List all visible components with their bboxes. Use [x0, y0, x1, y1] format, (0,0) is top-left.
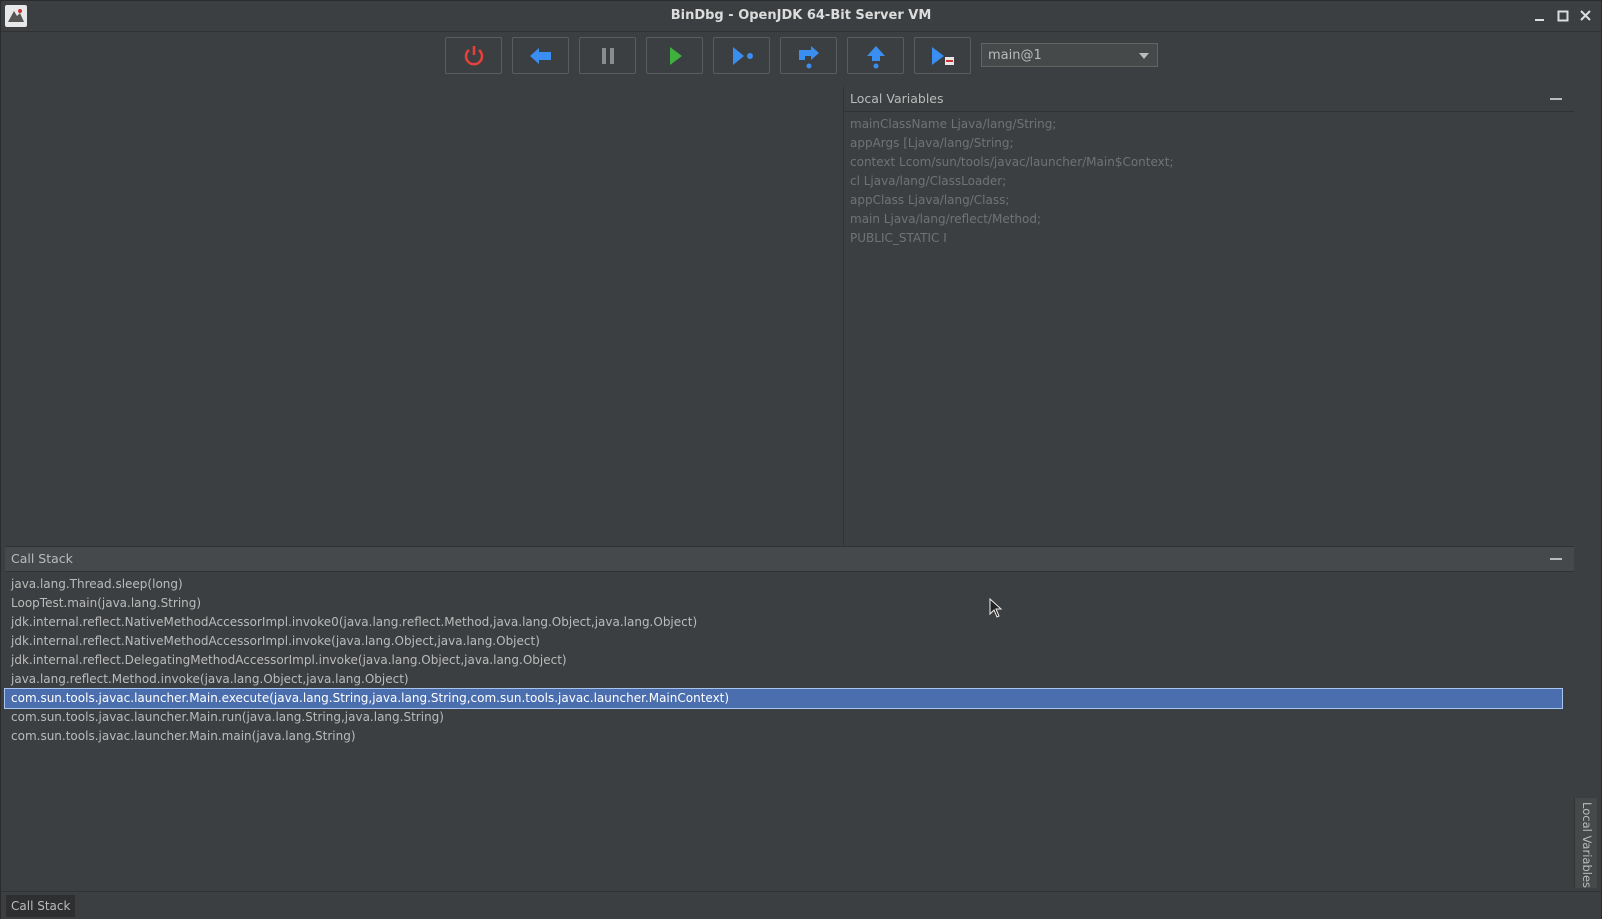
stack-frame[interactable]: com.sun.tools.javac.launcher.Main.run(ja…: [5, 708, 1562, 727]
stop-button[interactable]: [445, 37, 502, 74]
variable-item[interactable]: cl Ljava/lang/ClassLoader;: [844, 172, 1574, 191]
step-into-icon: [932, 47, 954, 65]
stack-frame-list: java.lang.Thread.sleep(long) LoopTest.ma…: [4, 572, 1574, 746]
step-over-icon: [799, 46, 819, 69]
minimize-window-icon[interactable]: [1531, 7, 1549, 25]
variable-list: mainClassName Ljava/lang/String; appArgs…: [844, 112, 1574, 248]
stack-frame[interactable]: jdk.internal.reflect.NativeMethodAccesso…: [5, 632, 1562, 651]
stack-frame[interactable]: com.sun.tools.javac.launcher.Main.main(j…: [5, 727, 1562, 746]
run-to-cursor-button[interactable]: [713, 37, 770, 74]
stack-frame[interactable]: LoopTest.main(java.lang.String): [5, 594, 1562, 613]
variable-item[interactable]: appArgs [Ljava/lang/String;: [844, 134, 1574, 153]
stack-frame[interactable]: java.lang.Thread.sleep(long): [5, 575, 1562, 594]
variable-item[interactable]: context Lcom/sun/tools/javac/launcher/Ma…: [844, 153, 1574, 172]
minimize-panel-icon[interactable]: [1550, 98, 1562, 100]
thread-select-value: main@1: [988, 48, 1042, 63]
side-tab-label: Local Variables: [1580, 802, 1594, 889]
source-panel: [5, 87, 844, 545]
variable-item[interactable]: main Ljava/lang/reflect/Method;: [844, 210, 1574, 229]
call-stack-panel: Call Stack java.lang.Thread.sleep(long) …: [4, 546, 1574, 888]
mouse-cursor-icon: [989, 597, 1003, 621]
stack-frame[interactable]: java.lang.reflect.Method.invoke(java.lan…: [5, 670, 1562, 689]
maximize-window-icon[interactable]: [1554, 7, 1572, 25]
variable-item[interactable]: mainClassName Ljava/lang/String;: [844, 115, 1574, 134]
stack-frame-selected[interactable]: com.sun.tools.javac.launcher.Main.execut…: [4, 688, 1563, 709]
pause-button[interactable]: [579, 37, 636, 74]
tab-call-stack[interactable]: Call Stack: [6, 895, 76, 917]
bottom-tool-bar: Call Stack: [1, 891, 1601, 919]
step-over-button[interactable]: [780, 37, 837, 74]
variable-item[interactable]: appClass Ljava/lang/Class;: [844, 191, 1574, 210]
thread-select[interactable]: main@1: [981, 43, 1158, 67]
panel-title: Local Variables: [850, 91, 944, 106]
variable-item[interactable]: PUBLIC_STATIC I: [844, 229, 1574, 248]
chevron-down-icon: [1139, 53, 1149, 59]
pause-icon: [602, 48, 614, 64]
side-tab-local-variables[interactable]: Local Variables: [1574, 798, 1597, 888]
minimize-panel-icon[interactable]: [1550, 558, 1562, 560]
step-out-icon: [867, 46, 885, 69]
step-out-button[interactable]: [847, 37, 904, 74]
step-back-button[interactable]: [512, 37, 569, 74]
power-icon: [464, 46, 484, 66]
resume-button[interactable]: [646, 37, 703, 74]
step-into-button[interactable]: [914, 37, 971, 74]
play-icon: [670, 47, 682, 65]
panel-title: Call Stack: [11, 551, 73, 566]
stack-frame[interactable]: jdk.internal.reflect.NativeMethodAccesso…: [5, 613, 1562, 632]
stack-frame[interactable]: jdk.internal.reflect.DelegatingMethodAcc…: [5, 651, 1562, 670]
run-to-cursor-icon: [733, 47, 753, 65]
panel-header: Call Stack: [5, 546, 1574, 572]
title-bar: BinDbg - OpenJDK 64-Bit Server VM: [1, 1, 1601, 32]
close-window-icon[interactable]: [1577, 7, 1595, 25]
window-title: BinDbg - OpenJDK 64-Bit Server VM: [670, 8, 932, 23]
panel-header: Local Variables: [844, 87, 1574, 112]
local-variables-panel: Local Variables mainClassName Ljava/lang…: [844, 87, 1574, 545]
debugger-window: BinDbg - OpenJDK 64-Bit Server VM main@1…: [0, 0, 1602, 919]
arrow-left-icon: [530, 48, 551, 64]
